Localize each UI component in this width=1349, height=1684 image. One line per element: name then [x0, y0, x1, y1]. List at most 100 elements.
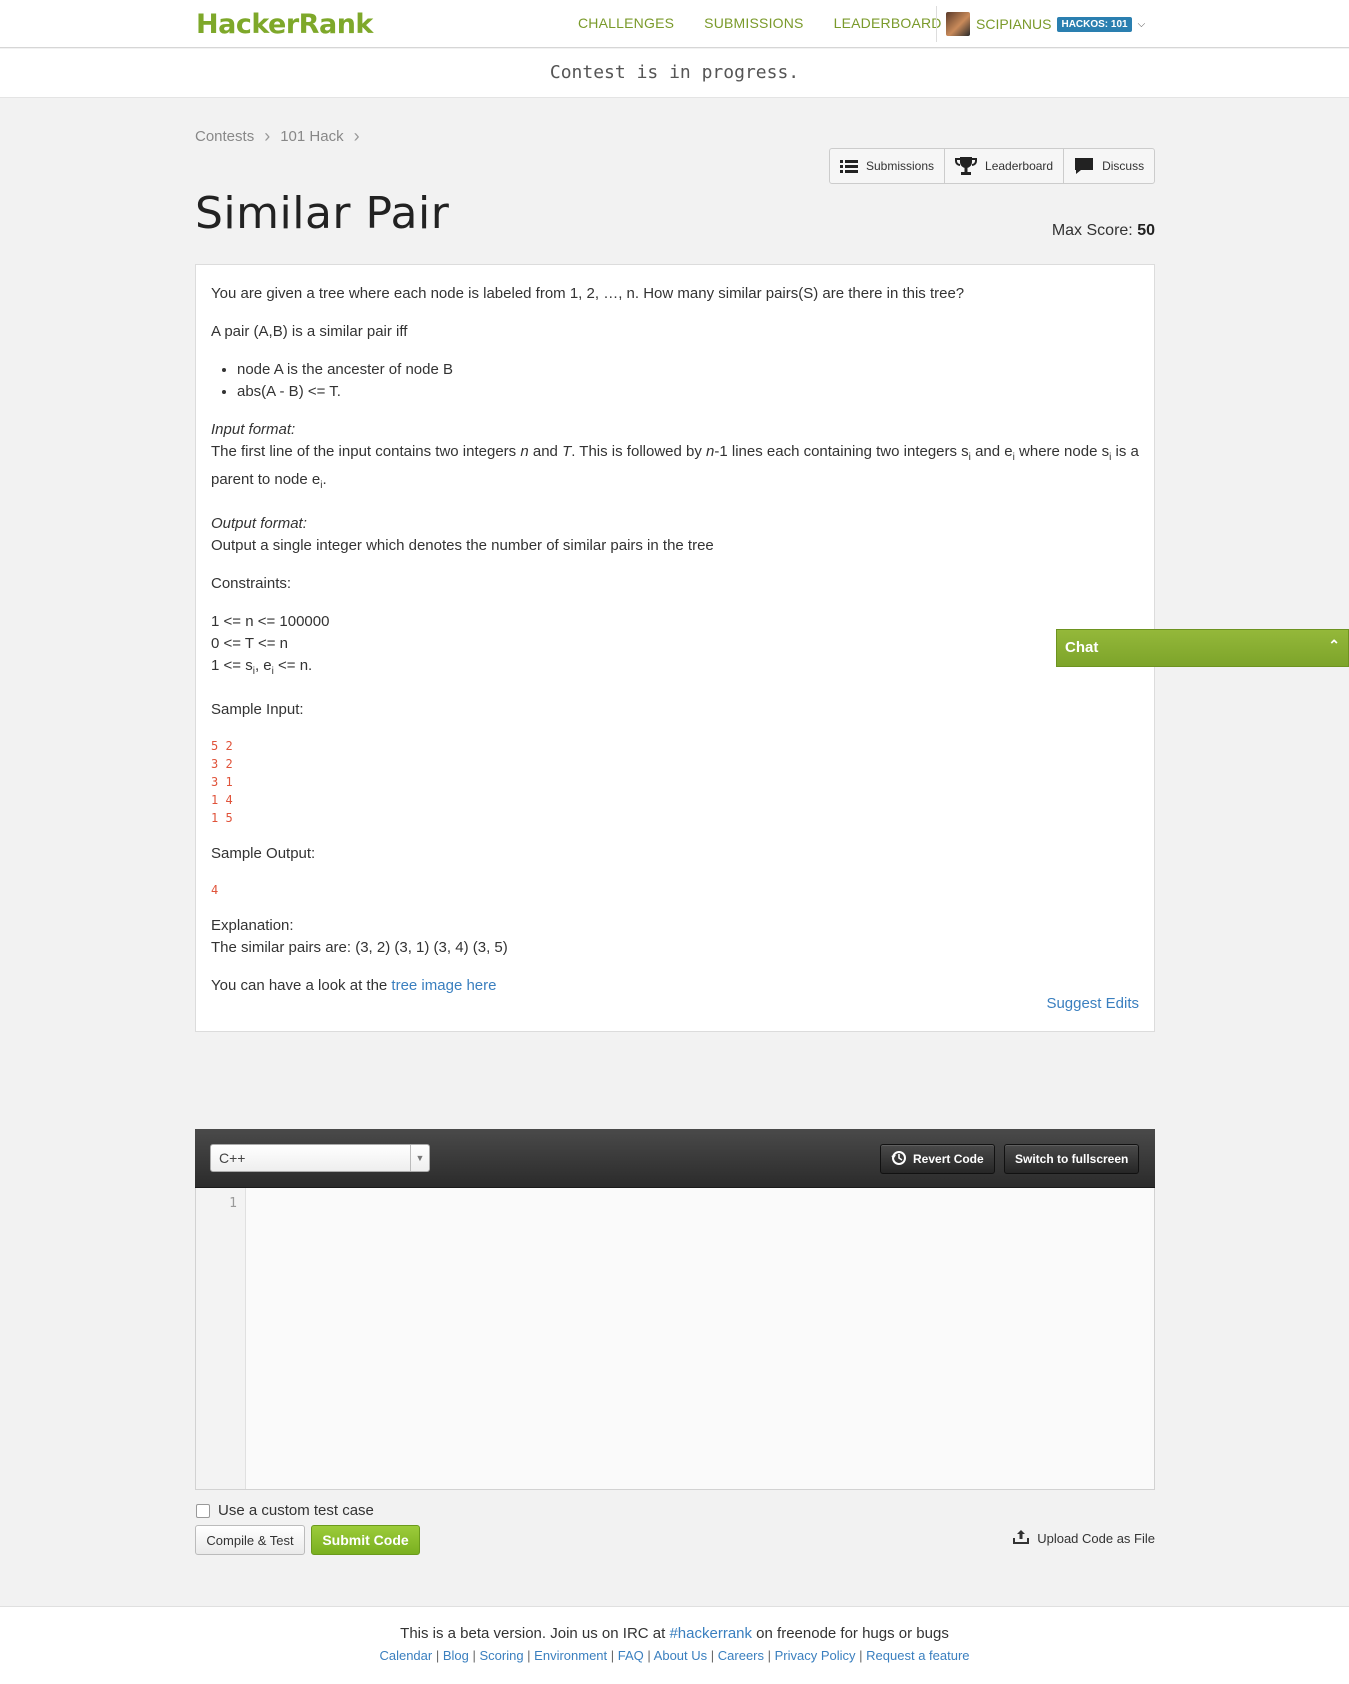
- username: SCIPIANUS: [976, 16, 1052, 32]
- footer-link-scoring[interactable]: Scoring: [479, 1648, 523, 1663]
- input-text: .: [322, 471, 327, 488]
- explanation-text: The similar pairs are: (3, 2) (3, 1) (3,…: [211, 939, 508, 956]
- max-score-label: Max Score:: [1051, 222, 1133, 239]
- chat-widget[interactable]: Chat ⌃: [1056, 629, 1349, 667]
- revert-code-label: Revert Code: [913, 1152, 984, 1166]
- editor-toolbar: C++ ▼ Revert Code Switch to fullscreen: [195, 1129, 1155, 1188]
- footer-link-careers[interactable]: Careers: [718, 1648, 764, 1663]
- custom-test-label: Use a custom test case: [218, 1502, 374, 1519]
- footer-link-about[interactable]: About Us: [654, 1648, 707, 1663]
- footer-link-blog[interactable]: Blog: [443, 1648, 469, 1663]
- list-item: node A is the ancester of node B: [237, 359, 1139, 381]
- irc-link[interactable]: #hackerrank: [669, 1625, 752, 1642]
- chat-label: Chat: [1065, 639, 1099, 656]
- language-select[interactable]: C++ ▼: [210, 1144, 430, 1172]
- nav-challenges[interactable]: CHALLENGES: [578, 15, 674, 31]
- contest-banner: Contest is in progress.: [0, 49, 1349, 98]
- user-menu[interactable]: SCIPIANUS HACKOS: 101 ⌵: [946, 11, 1145, 37]
- constraint: <= n.: [273, 657, 313, 674]
- footer-link-calendar[interactable]: Calendar: [379, 1648, 432, 1663]
- custom-test-checkbox[interactable]: [196, 1503, 210, 1518]
- max-score: Max Score: 50: [1052, 222, 1155, 240]
- constraints: 1 <= n <= 100000 0 <= T <= n 1 <= si, ei…: [211, 611, 1139, 683]
- revert-code-button[interactable]: Revert Code: [880, 1144, 995, 1174]
- nav-leaderboard[interactable]: LEADERBOARD: [834, 15, 942, 31]
- footer-note: This is a beta version. Join us on IRC a…: [0, 1625, 1349, 1642]
- explanation: Explanation: The similar pairs are: (3, …: [211, 915, 1139, 959]
- input-text: . This is followed by: [571, 443, 707, 460]
- contest-status: Contest is in progress.: [549, 62, 800, 83]
- constraints-label: Constraints:: [211, 575, 292, 592]
- input-text: -1 lines each containing two integers s: [714, 443, 969, 460]
- line-number: 1: [229, 1196, 237, 1211]
- sample-output: 4: [211, 881, 1139, 899]
- footer-text: This is a beta version. Join us on IRC a…: [400, 1625, 670, 1642]
- code-editor[interactable]: 1: [195, 1188, 1155, 1490]
- trophy-icon: [955, 155, 978, 177]
- suggest-edits-link[interactable]: Suggest Edits: [1046, 993, 1139, 1015]
- leaderboard-button[interactable]: Leaderboard: [945, 149, 1065, 183]
- problem-statement: You are given a tree where each node is …: [195, 264, 1155, 1032]
- tree-image-text: You can have a look at the: [211, 977, 392, 994]
- nav-submissions[interactable]: SUBMISSIONS: [704, 15, 803, 31]
- footer-text: on freenode for hugs or bugs: [752, 1625, 949, 1642]
- breadcrumb: Contests › 101 Hack ›: [195, 126, 360, 147]
- constraint: 1 <= n <= 100000: [211, 613, 330, 630]
- logo-text: HackerRank: [196, 8, 373, 40]
- discuss-label: Discuss: [1102, 159, 1145, 173]
- list-icon: [840, 159, 858, 173]
- top-navbar: HackerRank CHALLENGES SUBMISSIONS LEADER…: [0, 0, 1349, 48]
- discuss-button[interactable]: Discuss: [1064, 149, 1154, 183]
- footer-link-request[interactable]: Request a feature: [866, 1648, 969, 1663]
- chevron-right-icon: ›: [264, 126, 271, 146]
- upload-code-button[interactable]: Upload Code as File: [1013, 1530, 1155, 1547]
- input-format-label: Input format:: [211, 421, 296, 438]
- sample-input-line: 3 2: [211, 757, 233, 771]
- footer-link-faq[interactable]: FAQ: [618, 1648, 644, 1663]
- leaderboard-label: Leaderboard: [985, 159, 1054, 173]
- submissions-button[interactable]: Submissions: [830, 149, 946, 183]
- input-text: The first line of the input contains two…: [211, 443, 521, 460]
- output-format: Output format: Output a single integer w…: [211, 513, 1139, 557]
- sample-input-line: 3 1: [211, 775, 233, 789]
- history-icon: [891, 1150, 907, 1169]
- tree-image-link[interactable]: tree image here: [391, 977, 496, 994]
- custom-test-option[interactable]: Use a custom test case: [196, 1502, 374, 1519]
- input-text: where node s: [1014, 443, 1110, 460]
- input-format: Input format: The first line of the inpu…: [211, 419, 1139, 497]
- input-text: and e: [970, 443, 1013, 460]
- dropdown-arrow-icon: ▼: [410, 1145, 429, 1171]
- breadcrumb-contests[interactable]: Contests: [195, 128, 254, 145]
- constraint: , e: [254, 657, 272, 674]
- line-gutter: 1: [196, 1188, 246, 1489]
- hackos-badge: HACKOS: 101: [1057, 16, 1132, 32]
- breadcrumb-101-hack[interactable]: 101 Hack: [280, 128, 343, 145]
- hackerrank-logo[interactable]: HackerRank: [196, 4, 373, 44]
- input-text: n: [520, 443, 529, 460]
- max-score-value: 50: [1137, 222, 1155, 239]
- sample-input-label: Sample Input:: [211, 701, 304, 718]
- tree-image-note: You can have a look at the tree image he…: [211, 975, 1139, 997]
- submit-code-button[interactable]: Submit Code: [311, 1525, 420, 1555]
- language-value: C++: [219, 1150, 246, 1166]
- condition-list: node A is the ancester of node B abs(A -…: [237, 359, 1139, 403]
- sample-input-line: 1 4: [211, 793, 233, 807]
- sample-output-line: 4: [211, 883, 219, 897]
- fullscreen-label: Switch to fullscreen: [1015, 1152, 1129, 1166]
- input-text: T: [562, 443, 572, 460]
- chevron-right-icon: ›: [353, 126, 360, 146]
- upload-label: Upload Code as File: [1037, 1531, 1155, 1546]
- sample-input-line: 1 5: [211, 811, 233, 825]
- output-text: Output a single integer which denotes th…: [211, 537, 714, 554]
- footer-link-privacy[interactable]: Privacy Policy: [775, 1648, 856, 1663]
- compile-test-button[interactable]: Compile & Test: [195, 1525, 305, 1555]
- chevron-down-icon: ⌵: [1137, 18, 1146, 30]
- explanation-label: Explanation:: [211, 917, 294, 934]
- sample-input: 5 2 3 2 3 1 1 4 1 5: [211, 737, 1139, 827]
- main-nav: CHALLENGES SUBMISSIONS LEADERBOARD: [578, 0, 942, 46]
- page-title: Similar Pair: [195, 188, 450, 239]
- footer-link-environment[interactable]: Environment: [534, 1648, 607, 1663]
- constraint: 0 <= T <= n: [211, 635, 289, 652]
- fullscreen-button[interactable]: Switch to fullscreen: [1004, 1144, 1140, 1174]
- upload-icon: [1013, 1530, 1030, 1547]
